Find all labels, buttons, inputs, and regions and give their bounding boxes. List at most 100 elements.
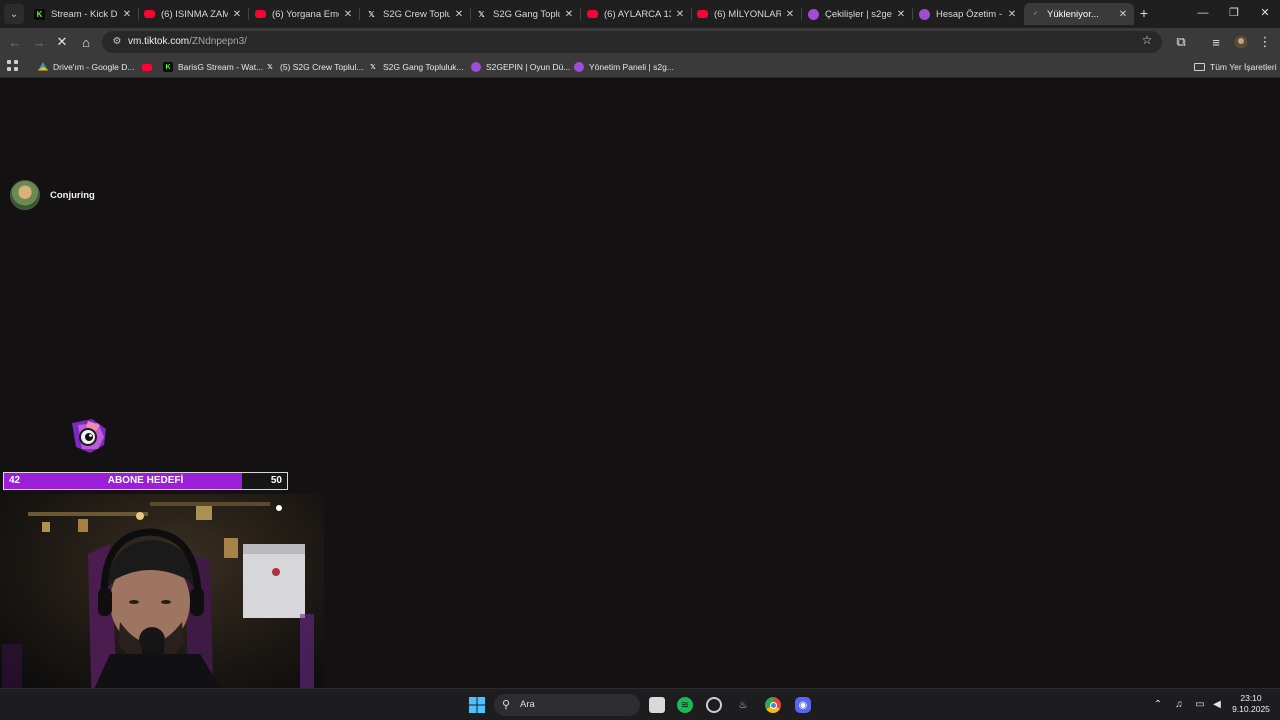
volume-icon[interactable]: ◀ [1210, 698, 1224, 712]
username: Conjuring [50, 189, 95, 201]
loading-icon: ◜ [1033, 9, 1038, 19]
close-window-icon[interactable]: ✕ [1257, 5, 1273, 21]
x-icon: 𝕏 [368, 9, 375, 19]
tab-close-icon[interactable]: ✕ [785, 9, 795, 20]
bookmark-item[interactable]: 𝕏 S2G Gang Topluluk... [368, 60, 463, 74]
tab-close-icon[interactable]: ✕ [454, 9, 464, 20]
youtube-icon [142, 63, 152, 71]
tab-search-chevron-icon[interactable]: ⌄ [4, 4, 24, 24]
tab-title: S2G Gang Topluluğu [493, 8, 560, 20]
new-tab-plus-icon[interactable]: + [1136, 5, 1152, 21]
restore-icon[interactable]: ❐ [1226, 5, 1242, 21]
tab-close-icon[interactable]: ✕ [122, 9, 132, 20]
s2g-icon [808, 8, 819, 20]
microphone-icon[interactable]: ♫ [1172, 698, 1186, 712]
youtube-icon [587, 10, 598, 18]
app-icon[interactable] [706, 697, 722, 713]
tab-title: Yükleniyor... [1047, 8, 1099, 20]
bookmarks-bar: Drive'ım - Google D... K BarisG Stream - W… [0, 56, 1280, 78]
x-icon: 𝕏 [478, 9, 485, 19]
tab-title: (6) Yorgana Emdim [272, 8, 339, 20]
back-arrow-icon[interactable]: ← [6, 33, 24, 51]
browser-tab[interactable]: 𝕏 S2G Crew Topluluğu ✕ [360, 3, 470, 25]
search-icon: ⚲ [502, 699, 511, 711]
tab-close-icon[interactable]: ✕ [232, 9, 242, 20]
bookmark-label: Drive'ım - Google D... [53, 62, 135, 72]
browser-tab[interactable]: (6) ISINMA ZAMANI ✕ [138, 3, 248, 25]
bookmark-item[interactable]: 𝕏 (5) S2G Crew Toplul... [265, 60, 363, 74]
browser-tab[interactable]: ◜ Yükleniyor... ✕ [1024, 3, 1134, 25]
browser-tab[interactable]: Hesap Özetim - s2g ✕ [913, 3, 1023, 25]
bookmark-label: (5) S2G Crew Toplul... [280, 62, 364, 72]
tab-close-icon[interactable]: ✕ [564, 9, 574, 20]
chrome-icon[interactable] [765, 697, 781, 713]
kick-icon: K [34, 8, 45, 20]
browser-tab[interactable]: K Stream - Kick Dash ✕ [28, 3, 138, 25]
stop-loading-icon[interactable]: ✕ [53, 33, 71, 51]
bookmark-item[interactable]: Yönetim Paneli | s2g... [574, 60, 674, 74]
taskbar-search[interactable]: ⚲ Ara [494, 694, 640, 716]
spotify-icon[interactable]: ≋ [677, 697, 693, 713]
profile-avatar-icon[interactable] [1232, 33, 1250, 51]
taskbar-search-label: Ara [520, 699, 535, 710]
home-icon[interactable]: ⌂ [77, 33, 95, 51]
tab-close-icon[interactable]: ✕ [896, 9, 906, 20]
s2g-icon [471, 62, 481, 72]
bookmark-star-icon[interactable]: ☆ [1140, 33, 1154, 47]
tab-title: S2G Crew Topluluğu [383, 8, 450, 20]
kick-icon: K [163, 62, 173, 72]
steam-icon[interactable]: ♨ [735, 697, 751, 713]
all-bookmarks-label: Tüm Yer İşaretleri [1210, 62, 1277, 72]
browser-tab[interactable]: 𝕏 S2G Gang Topluluğu ✕ [470, 3, 580, 25]
tab-title: (6) MİLYONLAR Ç [714, 8, 781, 20]
tab-close-icon[interactable]: ✕ [1007, 9, 1017, 20]
tab-title: Hesap Özetim - s2g [936, 8, 1003, 20]
media-controls-icon[interactable]: ≡ [1207, 33, 1225, 51]
clock-time: 23:10 [1240, 693, 1262, 703]
tab-title: (6) ISINMA ZAMANI [161, 8, 228, 20]
youtube-icon [255, 10, 266, 18]
x-icon: 𝕏 [370, 64, 376, 71]
site-info-icon[interactable]: ⚙ [110, 35, 124, 49]
tab-close-icon[interactable]: ✕ [675, 9, 685, 20]
discord-icon[interactable]: ◉ [795, 697, 811, 713]
s2g-icon [574, 62, 584, 72]
tab-strip: ⌄ K Stream - Kick Dash ✕ (6) ISINMA ZAMANI ✕… [0, 0, 1280, 28]
all-bookmarks-folder[interactable]: Tüm Yer İşaretleri [1194, 60, 1277, 74]
bookmark-label: S2GEPIN | Oyun Dü... [486, 62, 571, 72]
google-drive-icon [38, 62, 48, 71]
forward-arrow-icon[interactable]: → [30, 33, 48, 51]
task-view-icon[interactable] [649, 697, 665, 713]
youtube-icon [697, 10, 708, 18]
address-url[interactable]: vm.tiktok.com/ZNdnpepn3/ [128, 36, 247, 47]
bookmark-label: Yönetim Paneli | s2g... [589, 62, 674, 72]
minimize-icon[interactable]: — [1195, 5, 1211, 21]
system-clock[interactable]: 23:10 9.10.2025 [1228, 693, 1274, 715]
browser-menu-icon[interactable]: ⋮ [1256, 33, 1274, 51]
bookmark-item[interactable]: S2GEPIN | Oyun Dü... [471, 60, 570, 74]
tab-title: Stream - Kick Dash [51, 8, 118, 20]
browser-tab[interactable]: (6) MİLYONLAR Ç ✕ [691, 3, 801, 25]
tab-title: Çekilişler | s2gepin [825, 8, 892, 20]
browser-tab[interactable]: (6) Yorgana Emdim ✕ [249, 3, 359, 25]
tab-close-icon[interactable]: ✕ [1118, 9, 1128, 20]
page-content: Conjuring 42 ABONE HEDEFİ 50 [0, 79, 1280, 720]
user-avatar [10, 180, 40, 210]
network-icon[interactable]: ▭ [1193, 698, 1207, 712]
browser-tab[interactable]: Çekilişler | s2gepin ✕ [802, 3, 912, 25]
windows-start-icon[interactable] [469, 697, 485, 713]
browser-toolbar: ← → ✕ ⌂ ⚙ vm.tiktok.com/ZNdnpepn3/ ⧉ ≡ ⋮ [0, 28, 1280, 56]
user-row: Conjuring [10, 180, 95, 210]
bookmark-item[interactable]: K BarisG Stream - Wat... [163, 60, 263, 74]
bookmark-item[interactable]: Drive'ım - Google D... [38, 60, 134, 74]
apps-grid-icon[interactable] [7, 60, 19, 72]
tray-overflow-icon[interactable]: ⌃ [1151, 698, 1165, 712]
bookmark-label: BarisG Stream - Wat... [178, 62, 264, 72]
address-bar[interactable]: ⚙ vm.tiktok.com/ZNdnpepn3/ [102, 31, 1162, 53]
browser-tab[interactable]: (6) AYLARCA 130 ✕ [581, 3, 691, 25]
tab-close-icon[interactable]: ✕ [343, 9, 353, 20]
bookmark-item[interactable] [142, 60, 157, 74]
tab-title: (6) AYLARCA 130 [604, 8, 671, 20]
windows-taskbar: ⚲ Ara ≋ ♨ ◉ ⌃ ♫ ▭ ◀ 23:10 9.10.2025 [0, 688, 1280, 720]
extensions-puzzle-icon[interactable]: ⧉ [1172, 33, 1190, 51]
